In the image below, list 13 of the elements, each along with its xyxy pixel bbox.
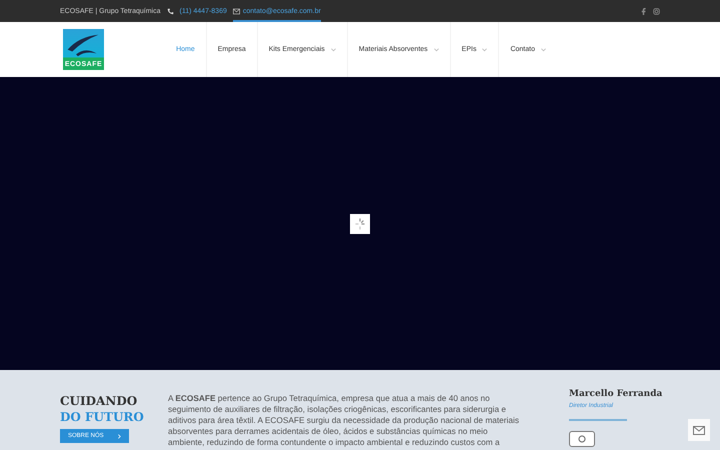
mail-icon [693, 426, 705, 434]
person-name: Marcello Ferranda [569, 389, 662, 399]
mail-button[interactable] [688, 419, 710, 441]
chevron-icon [118, 434, 121, 438]
phone-icon [166, 8, 174, 14]
tetraquimica-logo-icon [569, 431, 595, 447]
section-title: CUIDANDO [60, 393, 138, 409]
mail-icon [232, 8, 240, 14]
facebook-icon[interactable] [640, 8, 647, 14]
about-paragraph: A ECOSAFE pertence ao Grupo Tetraquímica, empresa que atua a mais de 40 anos no seguimento de auxiliares de filtração, isolações criogênicas, escorificantes para siderurgia e aditivos para área têxtil. A ECOSAFE surgiu da necessidade da produção nacional de materiais absorventes para derrames acidentais de óleo, ácidos e substâncias químicas no meio ambiente, reduzindo de forma contundente o impacto ambiental e reduzindo custos com a [168, 393, 520, 449]
section-subtitle: DO FUTURO [60, 409, 144, 425]
loading-icon [350, 214, 370, 234]
instagram-icon[interactable] [653, 8, 660, 14]
